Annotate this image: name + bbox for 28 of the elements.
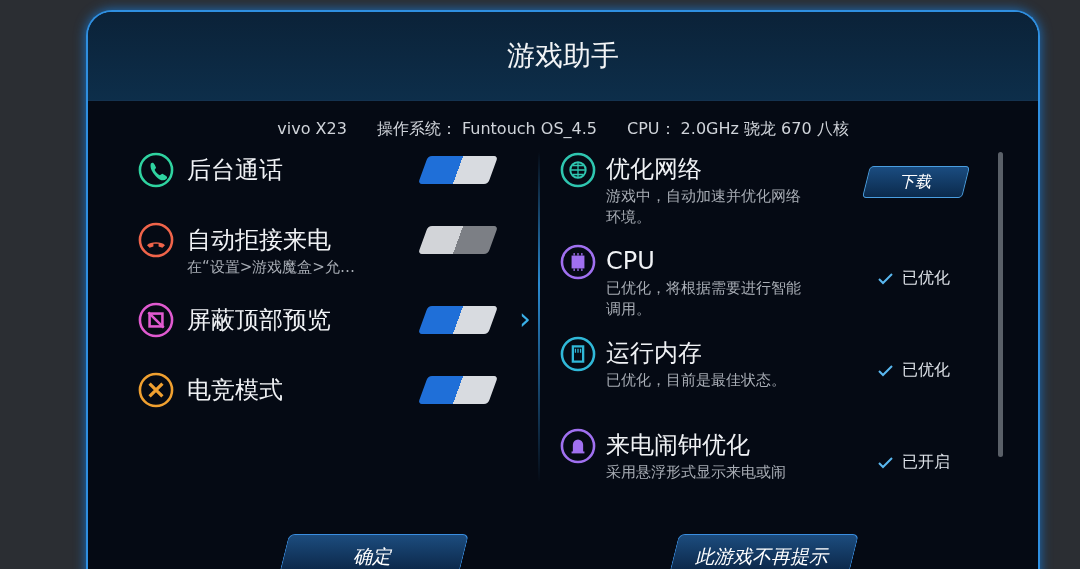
status-label: 已开启 (878, 452, 950, 473)
dismiss-button[interactable]: 此游戏不再提示 (669, 534, 859, 569)
confirm-button[interactable]: 确定 (279, 534, 469, 569)
optimization-title: 来电闹钟优化 (606, 430, 751, 461)
optimization-description: 游戏中，自动加速并优化网络环境。 (606, 186, 802, 228)
device-info: vivo X23 (277, 119, 347, 140)
optimization-description: 采用悬浮形式显示来电或闹 (606, 462, 787, 483)
download-button[interactable]: 下载 (862, 166, 970, 198)
scrollbar[interactable] (998, 152, 1003, 457)
check-icon (878, 364, 894, 377)
setting-label: 屏蔽顶部预览 (187, 305, 332, 336)
setting-label: 自动拒接来电 (187, 225, 332, 256)
check-icon (878, 272, 894, 285)
check-icon (878, 456, 894, 469)
optimization-description: 已优化，将根据需要进行智能调用。 (606, 278, 802, 320)
status-label: 已优化 (878, 360, 950, 381)
setting-label: 电竞模式 (187, 375, 284, 406)
device-info: CPU： 2.0GHz 骁龙 670 八核 (627, 119, 849, 140)
optimization-description: 已优化，目前是最佳状态。 (606, 370, 787, 391)
setting-description: 在“设置>游戏魔盒>允… (187, 258, 356, 277)
chevron-icon[interactable]: › (519, 302, 531, 336)
optimization-title: CPU (606, 246, 656, 277)
optimization-title: 优化网络 (606, 154, 703, 185)
device-info: 操作系统： Funtouch OS_4.5 (376, 119, 597, 140)
status-label: 已优化 (878, 268, 950, 289)
setting-label: 后台通话 (187, 155, 284, 186)
optimization-title: 运行内存 (606, 338, 703, 369)
dialog-title: 游戏助手 (507, 38, 619, 74)
